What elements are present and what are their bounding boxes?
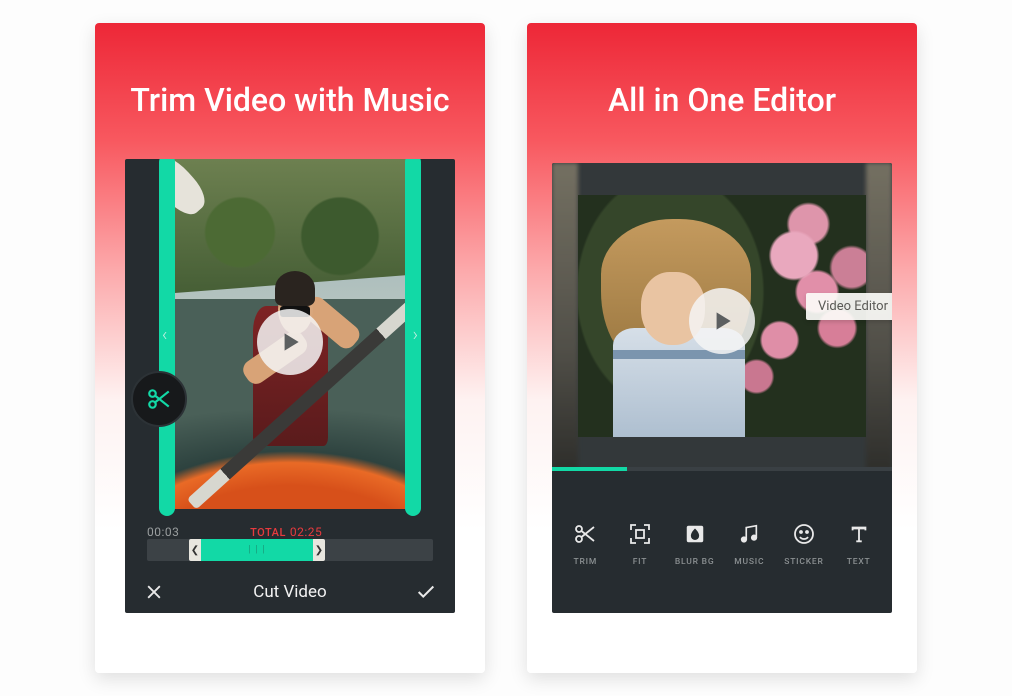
- play-button[interactable]: [689, 288, 755, 354]
- check-icon: [415, 581, 437, 603]
- trim-info-bar: 00:03 TOTAL02:25: [147, 525, 433, 539]
- trim-handle-left[interactable]: ‹: [159, 159, 175, 516]
- promo-panel-trim: Trim Video with Music ‹ ›: [95, 23, 485, 673]
- sticker-icon: [791, 521, 817, 547]
- chevron-left-icon: ‹: [162, 325, 167, 346]
- trim-slider-end-grip[interactable]: ❯: [313, 539, 325, 561]
- trim-slider-start-grip[interactable]: ❮: [189, 539, 201, 561]
- confirm-button[interactable]: [415, 581, 437, 603]
- fit-icon: [627, 521, 653, 547]
- chevron-right-icon: ›: [413, 325, 418, 346]
- play-icon: [709, 308, 735, 334]
- tool-music[interactable]: MUSIC: [724, 521, 774, 567]
- text-icon: [846, 521, 872, 547]
- tool-sticker[interactable]: STICKER: [779, 521, 829, 567]
- play-button[interactable]: [257, 309, 323, 375]
- cut-video-label: Cut Video: [253, 582, 326, 602]
- tool-blur-bg[interactable]: BLUR BG: [670, 521, 720, 567]
- scissors-icon: [572, 521, 598, 547]
- cancel-button[interactable]: [143, 581, 165, 603]
- trim-slider-selection: | | |: [199, 539, 315, 561]
- progress-bar[interactable]: [552, 467, 892, 471]
- progress-fill: [552, 467, 627, 471]
- panel-title: All in One Editor: [527, 23, 917, 119]
- editor-stage: Video Editor TRIM: [552, 163, 892, 613]
- blur-icon: [682, 521, 708, 547]
- tool-text[interactable]: TEXT: [834, 521, 884, 567]
- tool-fit[interactable]: FIT: [615, 521, 665, 567]
- trim-start-time: 00:03: [147, 525, 179, 539]
- tooltip: Video Editor: [806, 293, 892, 320]
- close-icon: [144, 582, 164, 602]
- trim-bottom-bar: Cut Video: [125, 571, 455, 613]
- play-icon: [277, 329, 303, 355]
- panel-title: Trim Video with Music: [95, 23, 485, 119]
- tool-trim[interactable]: TRIM: [560, 521, 610, 567]
- promo-panel-editor: All in One Editor Video Editor: [527, 23, 917, 673]
- trim-handle-right[interactable]: ›: [405, 159, 421, 516]
- video-preview: Video Editor: [552, 163, 892, 469]
- trim-slider-track[interactable]: | | | ❮ ❯: [147, 539, 433, 561]
- scissors-icon: [146, 386, 172, 412]
- trim-total-time: TOTAL02:25: [250, 525, 322, 539]
- music-icon: [736, 521, 762, 547]
- trim-editor: ‹ › 00:03 TOTAL02:25 | | |: [125, 159, 455, 613]
- cut-fab[interactable]: [131, 371, 187, 427]
- tool-bar: TRIM FIT BLUR BG: [552, 501, 892, 613]
